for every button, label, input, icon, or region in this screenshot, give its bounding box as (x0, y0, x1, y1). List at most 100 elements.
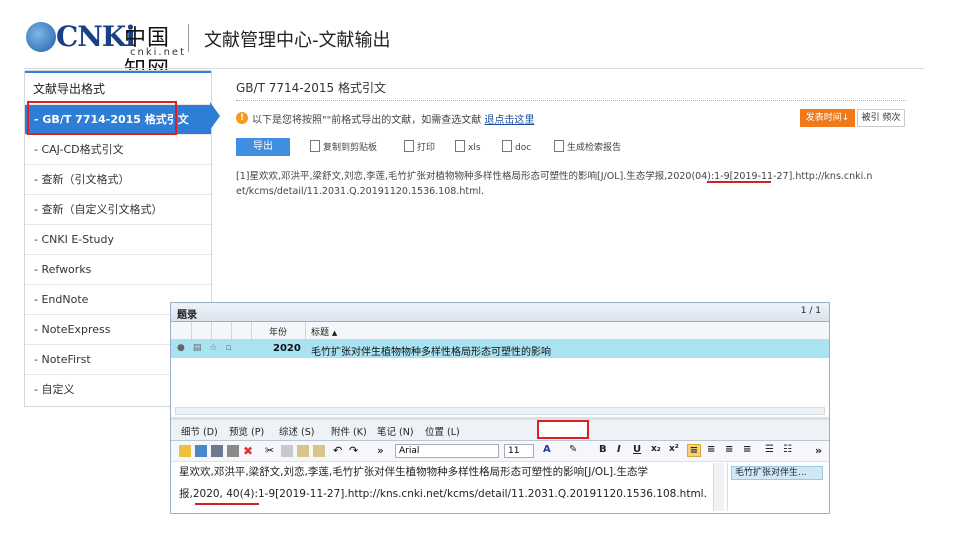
export-button[interactable]: 导出 (236, 138, 290, 156)
sidebar-item-chaxin[interactable]: - 查新（引文格式） (25, 164, 211, 194)
active-item-arrow-icon (210, 102, 220, 130)
sidebar-item-label: 查新（引文格式） (41, 173, 130, 186)
tab-notes[interactable]: 笔记 (N) (377, 424, 414, 438)
italic-icon[interactable]: I (617, 444, 621, 455)
redo-icon[interactable]: ↷ (349, 445, 361, 457)
side-panel-note-item[interactable]: 毛竹扩张对伴生... (731, 466, 823, 480)
reference-text-line2: et/kcms/detail/11.2031.Q.20191120.1536.1… (236, 186, 484, 197)
document-icon: ▤ (192, 343, 210, 353)
align-center-icon[interactable]: ≡ (707, 444, 715, 455)
highlight-box-notes-tab (537, 420, 589, 439)
grid-column-divider (231, 322, 232, 339)
panel-titlebar (171, 303, 829, 322)
tab-details[interactable]: 细节 (D) (181, 424, 218, 438)
cnki-logo[interactable]: CNKi 中国知网 cnki.net (26, 18, 184, 83)
sidebar-item-label: EndNote (41, 293, 89, 306)
copy-to-clipboard-button[interactable]: 复制到剪贴板 (310, 140, 377, 153)
paste-icon[interactable] (297, 445, 309, 457)
export-xls-button[interactable]: xls (455, 140, 481, 153)
sidebar-item-refworks[interactable]: - Refworks (25, 254, 211, 284)
tab-summary[interactable]: 综述 (S) (279, 424, 314, 438)
header: CNKi 中国知网 cnki.net 文献管理中心-文献输出 (0, 0, 960, 83)
cnki-globe-icon (26, 22, 56, 52)
align-right-icon[interactable]: ≡ (725, 444, 733, 455)
tool-label: doc (515, 143, 532, 153)
column-header-year[interactable]: 年份 (269, 325, 287, 338)
column-title-label: 标题 (311, 328, 330, 338)
overflow-chevron-icon[interactable]: » (377, 445, 389, 457)
star-icon[interactable]: ☆ (209, 343, 225, 353)
column-header-title[interactable]: 标题 ▲ (311, 325, 337, 338)
underline-icon[interactable]: U (633, 444, 641, 455)
page-title: 文献管理中心-文献输出 (204, 30, 391, 51)
row-year: 2020 (273, 343, 301, 354)
align-left-icon[interactable]: ≡ (687, 444, 701, 457)
horizontal-scrollbar[interactable] (175, 407, 825, 415)
tab-location[interactable]: 位置 (L) (425, 424, 460, 438)
font-family-select[interactable]: Arial (395, 444, 499, 458)
sidebar-item-cajcd[interactable]: - CAJ-CD格式引文 (25, 134, 211, 164)
undo-icon[interactable]: ↶ (333, 445, 345, 457)
save-icon[interactable] (179, 445, 191, 457)
info-message: 以下是您将按照""前格式导出的文献，如需查选文献 退点击这里 (252, 111, 534, 126)
notes-red-underline (195, 503, 259, 505)
detail-tabbar (171, 420, 829, 441)
tab-preview[interactable]: 预览 (P) (229, 424, 264, 438)
sort-by-citations-button[interactable]: 被引 频次 (857, 109, 905, 127)
export-doc-button[interactable]: doc (502, 140, 531, 153)
grid-column-divider (211, 322, 212, 339)
main-divider (236, 100, 906, 101)
print-button[interactable]: 打印 (404, 140, 435, 153)
copy-icon (310, 140, 320, 152)
reference-red-underline (707, 181, 771, 183)
font-color-icon[interactable]: A (543, 444, 551, 455)
delete-icon[interactable]: ✖ (243, 445, 255, 457)
highlight-color-icon[interactable]: ✎ (569, 444, 577, 455)
disk-icon[interactable] (211, 445, 223, 457)
grid-column-divider (305, 322, 306, 339)
bullet-list-icon[interactable]: ☰ (765, 444, 774, 455)
reselect-link[interactable]: 退点击这里 (484, 115, 534, 126)
notes-text-line2[interactable]: 报,2020, 40(4):1-9[2019-11-27].http://kns… (179, 486, 707, 501)
copy-icon[interactable] (281, 445, 293, 457)
reference-text-line1: [1]星欢欢,邓洪平,梁舒文,刘恋,李莲,毛竹扩张对植物物种多样性格局形态可塑性… (236, 171, 873, 182)
row-status-icons: ●▤☆▫ (177, 343, 240, 353)
grid-column-divider (251, 322, 252, 339)
notes-text-line1[interactable]: 星欢欢,邓洪平,梁舒文,刘恋,李莲,毛竹扩张对伴生植物物种多样性格局形态可塑性的… (179, 464, 648, 479)
sidebar-item-label: CAJ-CD格式引文 (41, 143, 124, 156)
doc-icon (502, 140, 512, 152)
insert-icon[interactable] (195, 445, 207, 457)
header-divider (188, 24, 189, 52)
sidebar-item-label: Refworks (41, 263, 92, 276)
info-icon: ! (236, 112, 248, 124)
subscript-icon[interactable]: x₂ (651, 444, 661, 454)
sidebar-item-chaxin-custom[interactable]: - 查新（自定义引文格式） (25, 194, 211, 224)
generate-report-button[interactable]: 生成检索报告 (554, 140, 621, 153)
main-title: GB/T 7714-2015 格式引文 (236, 81, 386, 95)
sidebar-item-label: 查新（自定义引文格式） (41, 203, 163, 216)
sidebar-title: 文献导出格式 (25, 71, 211, 104)
sort-asc-icon: ▲ (331, 329, 338, 337)
grid-icon[interactable] (227, 445, 239, 457)
cut-icon[interactable]: ✂ (265, 445, 277, 457)
bold-icon[interactable]: B (599, 444, 607, 455)
logo-subtext: cnki.net (130, 47, 186, 58)
tool-label: 复制到剪贴板 (323, 143, 378, 153)
sort-by-date-button[interactable]: 发表时间↓ (800, 109, 855, 127)
font-size-select[interactable]: 11 (504, 444, 534, 458)
print-icon (404, 140, 414, 152)
sidebar-item-label: 自定义 (41, 383, 75, 396)
folder-icon: ● (177, 343, 193, 353)
justify-icon[interactable]: ≡ (743, 444, 751, 455)
paste-special-icon[interactable] (313, 445, 325, 457)
superscript-icon[interactable]: x² (669, 444, 679, 454)
toolbar-overflow-icon[interactable]: » (815, 444, 822, 457)
sidebar-item-estudy[interactable]: - CNKI E-Study (25, 224, 211, 254)
tool-label: 打印 (417, 143, 436, 153)
notes-scrollbar[interactable] (713, 463, 724, 511)
sidebar-item-label: NoteFirst (41, 353, 91, 366)
tab-attachments[interactable]: 附件 (K) (331, 424, 367, 438)
reference-manager-window: 题录 1 / 1 年份 标题 ▲ ●▤☆▫ 2020 毛竹扩张对伴生植物物种多样… (170, 302, 830, 514)
numbered-list-icon[interactable]: ☷ (783, 444, 792, 455)
header-rule (24, 68, 924, 69)
